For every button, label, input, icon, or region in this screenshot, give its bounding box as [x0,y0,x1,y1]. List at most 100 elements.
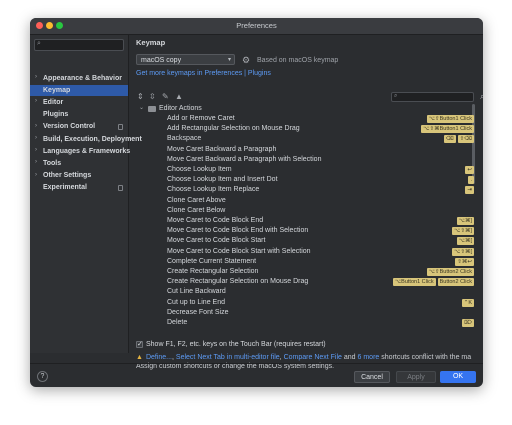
sidebar-item[interactable]: › Other Settings [30,171,128,182]
sidebar-item[interactable]: › Tools [30,158,128,169]
shortcut-chip: . [468,176,474,185]
sidebar-item[interactable]: › Editor [30,97,128,108]
action-row[interactable]: Cut Line Backward [136,287,475,297]
more-keymaps-link[interactable]: Get more keymaps in Preferences | Plugin… [136,70,271,77]
dialog-footer: ? Cancel Apply OK [30,363,483,387]
project-settings-icon [118,123,123,130]
action-label: Move Caret to Code Block Start [167,237,266,245]
title-bar: Preferences [30,18,483,35]
apply-button[interactable]: Apply [396,371,436,383]
shortcut-group: . [468,176,474,185]
action-row[interactable]: Move Caret to Code Block End with Select… [136,226,475,236]
sidebar-item[interactable]: Experimental [30,183,128,194]
sidebar-item-label: Experimental [43,184,87,192]
action-row[interactable]: Move Caret Backward a Paragraph with Sel… [136,155,475,165]
shortcut-chip: ⌃K [461,298,474,307]
shortcut-chip: ⌥⇧⌘[ [452,247,474,256]
action-label: Move Caret Backward a Paragraph [167,145,277,153]
keymap-select[interactable]: macOS copy ▾ [136,54,235,65]
action-row[interactable]: Move Caret to Code Block Start with Sele… [136,247,475,257]
edit-pencil-icon[interactable]: ✎ [162,92,169,101]
sidebar-item-label: Languages & Frameworks [43,147,131,155]
shortcut-group: ⌥⇧⌘] [452,227,474,236]
action-row[interactable]: Clone Caret Below [136,206,475,216]
search-icon: ⌕ [37,40,41,47]
sidebar-item[interactable]: › Build, Execution, Deployment [30,134,142,145]
shortcut-chip: ⌫ [443,135,456,144]
shortcut-chip: ⌥⇧⌘] [452,227,474,236]
sidebar-item[interactable]: Plugins [30,110,128,121]
action-row[interactable]: Move Caret Backward a Paragraph [136,145,475,155]
define-link[interactable]: Define... [146,354,172,361]
help-button[interactable]: ? [37,371,48,382]
sidebar-item-label: Keymap [43,86,71,94]
action-row[interactable]: Add Rectangular Selection on Mouse Drag ⌥… [136,124,475,134]
search-icon: ⌕ [394,93,398,99]
window-title: Preferences [236,21,277,30]
expand-all-icon[interactable]: ⇕ [137,92,144,101]
select-next-tab-link[interactable]: Select Next Tab in multi-editor file [176,354,280,361]
action-row[interactable]: Clone Caret Above [136,196,475,206]
action-row[interactable]: Backspace ⌫ ⇧⌫ [136,134,475,144]
sidebar-item-label: Appearance & Behavior [43,74,122,82]
action-row[interactable]: Move Caret to Code Block End ⌥⌘] [136,216,475,226]
cancel-button[interactable]: Cancel [354,371,390,383]
tree-category-editor-actions[interactable]: ⌄ Editor Actions [136,104,475,114]
shortcut-group: ⌥⌘[ [456,237,474,246]
shortcut-group: ⌥⇧⌘[ [452,247,474,256]
sidebar-item[interactable]: › Version Control [30,122,128,133]
keymap-select-value: macOS copy [141,56,182,64]
ok-button[interactable]: OK [440,371,476,383]
shortcut-group: ⌫ ⇧⌫ [443,135,474,144]
based-on-label: Based on macOS keymap [257,57,339,64]
compare-next-file-link[interactable]: Compare Next File [284,354,342,361]
chevron-right-icon: › [35,159,37,166]
sidebar-item[interactable]: › Appearance & Behavior [30,73,128,84]
action-label: Move Caret Backward a Paragraph with Sel… [167,155,322,163]
chevron-right-icon: › [35,74,37,80]
warning-filter-icon[interactable]: ▲ [175,92,183,101]
chevron-right-icon: › [35,122,37,129]
more-conflicts-link[interactable]: 6 more [358,354,380,361]
action-row[interactable]: Decrease Font Size [136,308,475,318]
action-row[interactable]: Create Rectangular Selection on Mouse Dr… [136,277,475,287]
find-by-shortcut-icon[interactable]: ⌕ [480,91,483,102]
action-label: Add Rectangular Selection on Mouse Drag [167,125,300,133]
action-row[interactable]: Choose Lookup Item Replace ⇥ [136,185,475,195]
sidebar-item[interactable]: › Languages & Frameworks [30,146,131,157]
gear-icon[interactable]: ⚙ [242,55,250,66]
shortcut-group: ⇧⌘↩ [455,257,474,266]
collapse-all-icon[interactable]: ⇳ [149,92,156,101]
action-label: Complete Current Statement [167,257,257,265]
action-row[interactable]: Create Rectangular Selection ⌥⇧Button2 Cl… [136,267,475,277]
touchbar-checkbox[interactable] [136,340,143,348]
warning-sep: , [279,354,282,361]
shortcut-group: ⌥⇧Button1 Click [426,115,474,123]
action-row[interactable]: Add or Remove Caret ⌥⇧Button1 Click [136,114,475,124]
sidebar-item-label: Other Settings [43,172,92,180]
actions-tree: ⌄ Editor Actions Add or Remove Caret ⌥⇧Bu… [136,104,475,337]
action-row[interactable]: Complete Current Statement ⇧⌘↩ [136,257,475,267]
shortcut-group: ⇥ [465,186,474,195]
shortcut-group: ⌥⇧⌘Button1 Click [421,125,474,134]
chevron-down-icon: ▾ [227,57,231,63]
action-label: Move Caret to Code Block End [167,217,264,224]
chevron-right-icon: › [35,147,37,154]
shortcut-group: ⌥⌘] [456,217,474,225]
action-filter-input[interactable]: ⌕ [391,92,474,102]
shortcut-chip: ⇧⌫ [457,135,474,144]
action-row[interactable]: Choose Lookup Item ↩ [136,165,475,175]
sidebar-item[interactable]: Keymap [30,85,128,97]
action-label: Move Caret to Code Block Start with Sele… [167,247,311,255]
shortcut-chip: ⌥⇧⌘Button1 Click [421,125,474,134]
keymap-panel: Keymap macOS copy ▾ ⚙ Based on macOS key… [129,35,483,370]
action-row[interactable]: Choose Lookup Item and Insert Dot. [136,175,475,185]
settings-search-input[interactable]: ⌕ [34,39,124,51]
warning-tail: shortcuts conflict with the ma [379,354,472,361]
action-row[interactable]: Cut up to Line End ⌃K [136,298,475,308]
shortcut-chip: ⇧⌘↩ [455,257,474,266]
shortcut-group: ⌥Button1 Click Button2 Click [392,278,474,287]
chevron-right-icon: › [35,98,37,105]
action-row[interactable]: Delete ⌦ [136,318,475,328]
action-row[interactable]: Move Caret to Code Block Start ⌥⌘[ [136,236,475,246]
